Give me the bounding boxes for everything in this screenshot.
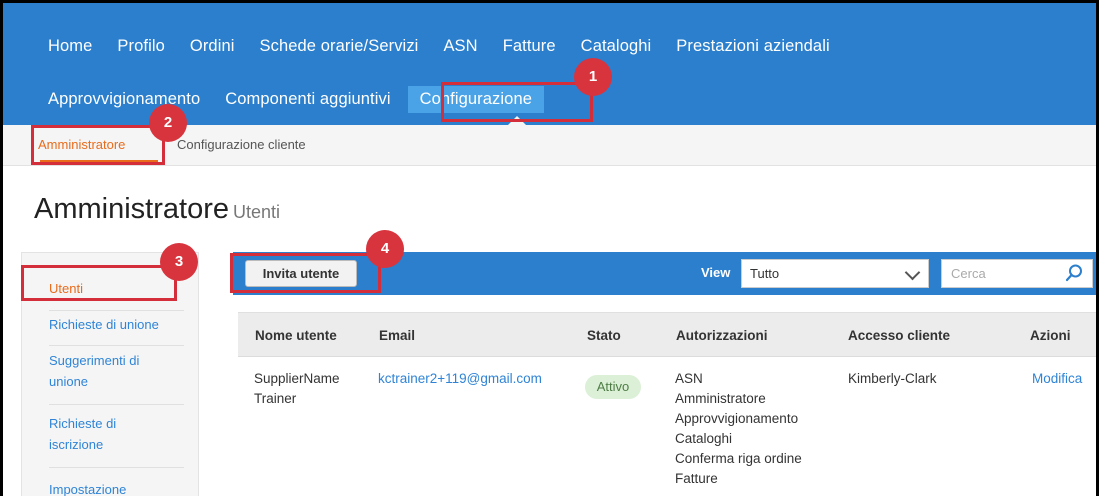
sidebar-item-impostazione[interactable]: Impostazione <box>49 479 126 496</box>
column-header-nome-utente[interactable]: Nome utente <box>255 328 337 343</box>
nav-ordini[interactable]: Ordini <box>190 37 235 56</box>
sidebar-item-suggerimenti-unione[interactable]: Suggerimenti di unione <box>49 350 139 392</box>
edit-user-link[interactable]: Modifica <box>1032 369 1082 389</box>
highlight-box-invita-utente <box>230 253 381 293</box>
nav-fatture[interactable]: Fatture <box>503 37 556 56</box>
column-header-azioni: Azioni <box>1030 328 1071 343</box>
sidebar-item-richieste-iscrizione[interactable]: Richieste di iscrizione <box>49 413 116 455</box>
nav-home[interactable]: Home <box>48 37 92 56</box>
sidebar-divider <box>49 345 184 346</box>
cell-customer-access: Kimberly-Clark <box>848 371 937 386</box>
view-select-value: Tutto <box>750 266 780 281</box>
status-badge: Attivo <box>585 375 641 399</box>
cell-email-link[interactable]: kctrainer2+119@gmail.com <box>378 369 542 389</box>
column-header-stato[interactable]: Stato <box>587 328 621 343</box>
sidebar-divider <box>49 404 184 405</box>
cell-user-name: SupplierName Trainer <box>254 371 340 406</box>
column-header-autorizzazioni[interactable]: Autorizzazioni <box>676 328 768 343</box>
nav-cataloghi[interactable]: Cataloghi <box>581 37 652 56</box>
search-input[interactable]: Cerca <box>941 259 1093 288</box>
annotation-badge-3: 3 <box>160 243 198 281</box>
highlight-box-configurazione <box>441 82 593 122</box>
sidebar-divider <box>49 310 184 311</box>
search-placeholder: Cerca <box>951 266 986 281</box>
column-header-email[interactable]: Email <box>379 328 415 343</box>
subnav-configurazione-cliente[interactable]: Configurazione cliente <box>177 137 306 152</box>
highlight-box-utenti <box>21 265 177 301</box>
view-select[interactable]: Tutto <box>741 259 929 288</box>
nav-row-primary: Home Profilo Ordini Schede orarie/Serviz… <box>48 33 855 59</box>
annotation-badge-4: 4 <box>366 230 404 268</box>
nav-prestazioni-aziendali[interactable]: Prestazioni aziendali <box>676 37 829 56</box>
nav-profilo[interactable]: Profilo <box>117 37 164 56</box>
nav-asn[interactable]: ASN <box>443 37 477 56</box>
annotation-badge-2: 2 <box>149 104 187 142</box>
page-subtitle: Utenti <box>233 202 281 222</box>
chevron-down-icon <box>904 264 921 281</box>
column-header-accesso-cliente[interactable]: Accesso cliente <box>848 328 950 343</box>
page-title: Amministratore Utenti <box>34 193 280 226</box>
highlight-box-amministratore <box>31 125 165 165</box>
cell-permissions: ASN Amministratore Approvvigionamento Ca… <box>675 371 802 486</box>
nav-schede-orarie[interactable]: Schede orarie/Servizi <box>260 37 419 56</box>
annotation-badge-1: 1 <box>574 58 612 96</box>
search-icon[interactable] <box>1064 263 1084 283</box>
sidebar-item-richieste-unione[interactable]: Richieste di unione <box>49 314 159 335</box>
view-label: View <box>701 265 731 280</box>
users-table-header: Nome utente Email Stato Autorizzazioni A… <box>238 312 1096 357</box>
app-frame: Home Profilo Ordini Schede orarie/Serviz… <box>0 0 1099 496</box>
page-title-main: Amministratore <box>34 193 229 225</box>
sidebar-divider <box>49 467 184 468</box>
nav-componenti-aggiuntivi[interactable]: Componenti aggiuntivi <box>225 90 390 109</box>
